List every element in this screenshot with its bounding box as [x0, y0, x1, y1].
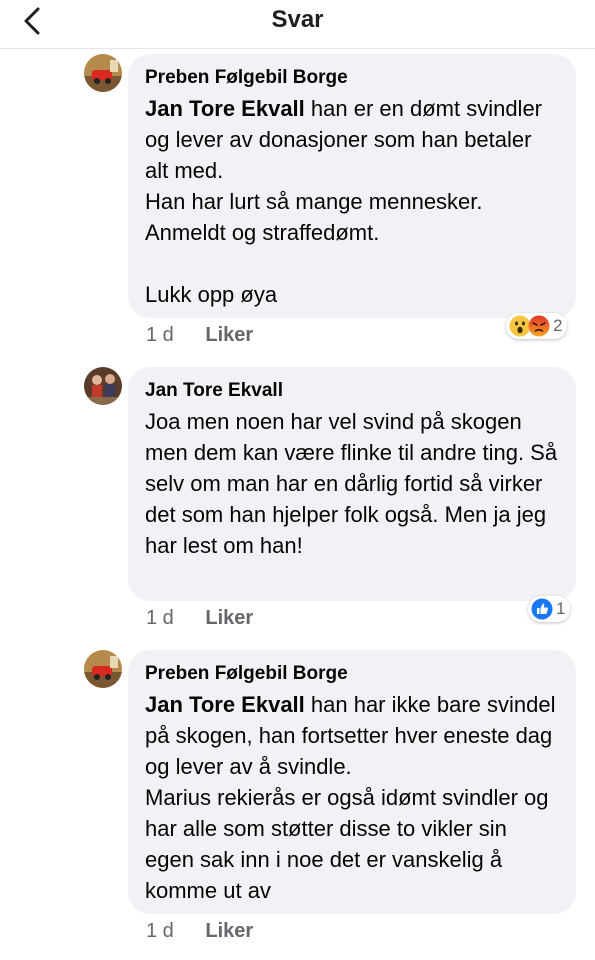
top-bar: Svar [0, 0, 595, 49]
avatar[interactable] [84, 54, 122, 92]
angry-reaction-icon [528, 315, 550, 337]
mention-link[interactable]: Jan Tore Ekvall [145, 96, 305, 121]
page-title: Svar [271, 6, 324, 33]
comment-meta: 1 d Liker [146, 607, 253, 630]
comment-bubble: Preben Følgebil Borge Jan Tore Ekvall ha… [128, 54, 576, 318]
comment-time[interactable]: 1 d [146, 324, 174, 346]
comment-bubble: Preben Følgebil Borge Jan Tore Ekvall ha… [128, 650, 576, 914]
comment-text: Jan Tore Ekvall han er en dømt svindler … [145, 93, 560, 310]
comment-body: Joa men noen har vel svind på skogen men… [145, 409, 564, 558]
reaction-count: 2 [553, 316, 563, 335]
comment-meta: 1 d Liker [146, 920, 253, 943]
comment-body: han har ikke bare svindel på skogen, han… [145, 692, 556, 903]
comment-meta: 1 d Liker [146, 324, 253, 347]
avatar[interactable] [84, 367, 122, 405]
avatar[interactable] [84, 650, 122, 688]
like-button[interactable]: Liker [205, 324, 253, 346]
reaction-summary[interactable]: 2 [506, 313, 568, 339]
comment-time[interactable]: 1 d [146, 607, 174, 629]
like-reaction-icon [531, 598, 553, 620]
reaction-summary[interactable]: 1 [528, 596, 571, 622]
comment-time[interactable]: 1 d [146, 920, 174, 942]
mention-link[interactable]: Jan Tore Ekvall [145, 692, 305, 717]
comment-author[interactable]: Jan Tore Ekvall [145, 379, 560, 403]
reaction-count: 1 [556, 599, 566, 618]
like-button[interactable]: Liker [205, 920, 253, 942]
comment-body: han er en dømt svindler og lever av dona… [145, 96, 543, 307]
comment-bubble: Jan Tore Ekvall Joa men noen har vel svi… [128, 367, 576, 601]
comment-text: Jan Tore Ekvall han har ikke bare svinde… [145, 689, 560, 906]
like-button[interactable]: Liker [205, 607, 253, 629]
comment-author[interactable]: Preben Følgebil Borge [145, 66, 560, 90]
comment-author[interactable]: Preben Følgebil Borge [145, 662, 560, 686]
